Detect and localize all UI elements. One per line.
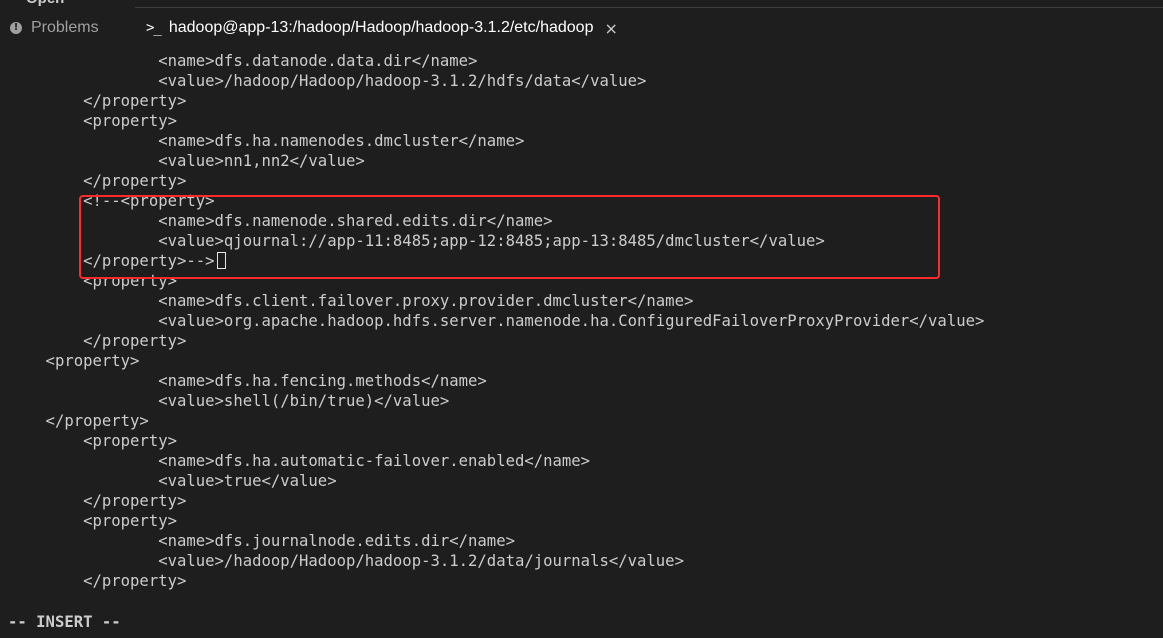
close-icon[interactable]: × bbox=[604, 19, 617, 38]
terminal-line: <value>org.apache.hadoop.hdfs.server.nam… bbox=[8, 312, 985, 330]
terminal-line: <name>dfs.ha.namenodes.dmcluster</name> bbox=[8, 132, 525, 150]
terminal-line: <name>dfs.ha.fencing.methods</name> bbox=[8, 372, 487, 390]
terminal-line: <name>dfs.journalnode.edits.dir</name> bbox=[8, 532, 515, 550]
tab-problems-label: Problems bbox=[31, 19, 99, 36]
panel-tab-bar: ! Problems >_ hadoop@app-13:/hadoop/Hado… bbox=[0, 8, 1163, 48]
terminal-line: <property> bbox=[8, 272, 177, 290]
terminal-line-with-cursor: </property>--> bbox=[8, 251, 1163, 271]
terminal-line: <!--<property> bbox=[8, 192, 215, 210]
terminal-line: <property> bbox=[8, 432, 177, 450]
terminal-line: </property> bbox=[8, 412, 149, 430]
terminal-line: <property> bbox=[8, 512, 177, 530]
terminal-line: <property> bbox=[8, 352, 140, 370]
terminal-line: <value>qjournal://app-11:8485;app-12:848… bbox=[8, 232, 825, 250]
terminal-line: <name>dfs.namenode.shared.edits.dir</nam… bbox=[8, 212, 553, 230]
terminal-line: </property> bbox=[8, 492, 187, 510]
terminal-line: </property> bbox=[8, 172, 187, 190]
vim-mode-indicator: -- INSERT -- bbox=[8, 613, 121, 631]
terminal-line: <name>dfs.ha.automatic-failover.enabled<… bbox=[8, 452, 591, 470]
terminal-line: </property> bbox=[8, 92, 187, 110]
terminal-output[interactable]: <name>dfs.datanode.data.dir</name> <valu… bbox=[8, 51, 1163, 591]
terminal-icon: >_ bbox=[146, 20, 162, 36]
panel-header-fragment: Open bbox=[26, 0, 64, 8]
terminal-line: <value>true</value> bbox=[8, 472, 337, 490]
terminal-line: </property> bbox=[8, 332, 187, 350]
terminal-line: <value>/hadoop/Hadoop/hadoop-3.1.2/data/… bbox=[8, 552, 684, 570]
terminal-line: <value>shell(/bin/true)</value> bbox=[8, 392, 450, 410]
terminal-line: <value>/hadoop/Hadoop/hadoop-3.1.2/hdfs/… bbox=[8, 72, 647, 90]
tab-terminal[interactable]: >_ hadoop@app-13:/hadoop/Hadoop/hadoop-3… bbox=[146, 8, 618, 48]
terminal-line: <value>nn1,nn2</value> bbox=[8, 152, 365, 170]
terminal-line: <name>dfs.client.failover.proxy.provider… bbox=[8, 292, 694, 310]
tab-terminal-label: hadoop@app-13:/hadoop/Hadoop/hadoop-3.1.… bbox=[168, 19, 594, 36]
text-cursor bbox=[216, 252, 226, 269]
terminal-line: </property> bbox=[8, 572, 187, 590]
tab-problems[interactable]: ! Problems bbox=[10, 8, 99, 48]
info-icon: ! bbox=[10, 22, 22, 34]
terminal-line: <property> bbox=[8, 112, 177, 130]
terminal-line: <name>dfs.datanode.data.dir</name> bbox=[8, 52, 478, 70]
app-window: Open ! Problems >_ hadoop@app-13:/hadoop… bbox=[0, 0, 1163, 638]
terminal-line-text: </property>--> bbox=[8, 252, 215, 270]
